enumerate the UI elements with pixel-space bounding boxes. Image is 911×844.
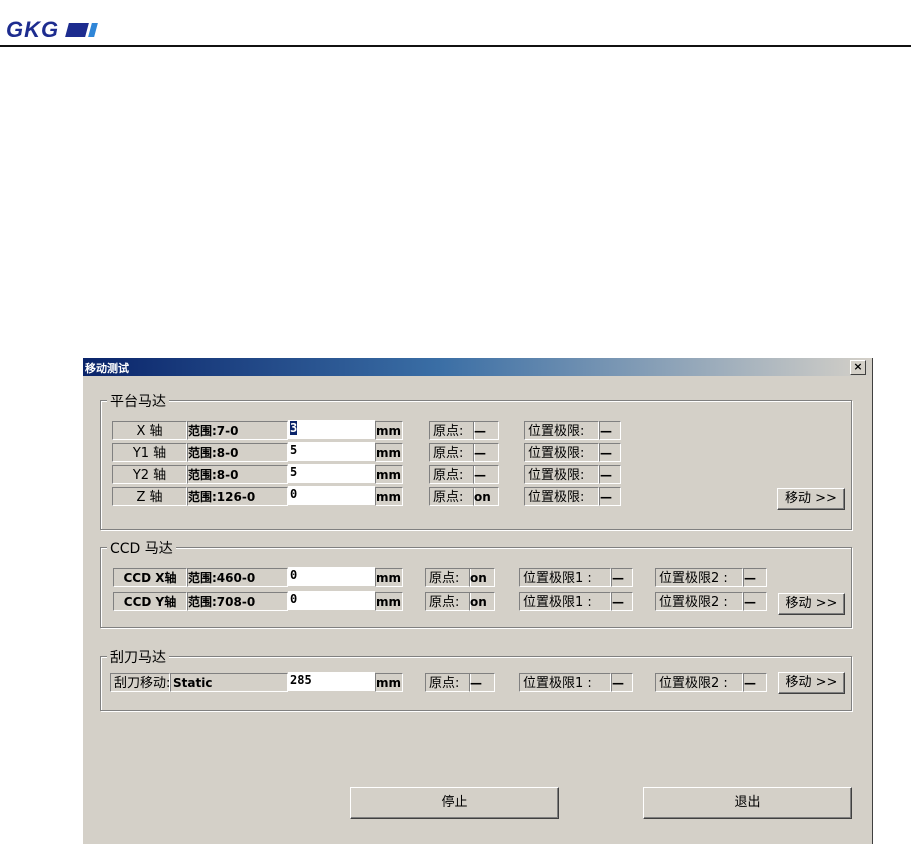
- origin-label: 原点:: [425, 592, 471, 611]
- ccd-y-input[interactable]: 0: [288, 591, 375, 611]
- platform-move-button[interactable]: 移动 >>: [777, 488, 845, 510]
- range-z: 范围:126-0: [187, 487, 288, 506]
- limit-value: —: [599, 465, 621, 484]
- limit1-value: —: [611, 673, 633, 692]
- limit-value: —: [599, 421, 621, 440]
- squeegee-motor-legend: 刮刀马达: [107, 647, 169, 667]
- ccd-y-value: 0: [290, 592, 298, 606]
- squeegee-input[interactable]: 285: [288, 672, 375, 692]
- limit1-label: 位置极限1 :: [519, 592, 611, 611]
- ccd-move-button[interactable]: 移动 >>: [778, 593, 845, 615]
- unit-label: mm: [375, 487, 403, 506]
- unit-label: mm: [375, 443, 403, 462]
- origin-value: —: [473, 421, 499, 440]
- limit1-value: —: [611, 592, 633, 611]
- range-y2: 范围:8-0: [187, 465, 288, 484]
- axis-label-ccd-y: CCD Y轴: [113, 592, 187, 611]
- x-axis-input[interactable]: 3: [288, 420, 375, 440]
- x-axis-value: 3: [290, 421, 298, 435]
- range-ccd-x: 范围:460-0: [187, 568, 288, 587]
- squeegee-value: 285: [290, 673, 312, 687]
- origin-label: 原点:: [425, 568, 471, 587]
- limit-label: 位置极限:: [524, 443, 599, 462]
- range-x: 范围:7-0: [187, 421, 288, 440]
- unit-label: mm: [375, 421, 403, 440]
- origin-value: on: [469, 568, 495, 587]
- y1-axis-value: 5: [290, 443, 298, 457]
- squeegee-move-label: 刮刀移动:: [110, 673, 170, 692]
- z-axis-value: 0: [290, 487, 298, 501]
- axis-label-ccd-x: CCD X轴: [113, 568, 187, 587]
- header-rule: [0, 45, 911, 47]
- platform-motor-legend: 平台马达: [107, 391, 169, 411]
- axis-label-y2: Y2 轴: [112, 465, 187, 484]
- limit2-label: 位置极限2 :: [655, 592, 743, 611]
- limit1-label: 位置极限1 :: [519, 673, 611, 692]
- limit2-value: —: [743, 673, 767, 692]
- squeegee-mode: Static: [170, 673, 288, 692]
- unit-label: mm: [375, 568, 403, 587]
- ccd-motor-legend: CCD 马达: [107, 538, 176, 558]
- origin-value: —: [469, 673, 495, 692]
- axis-label-x: X 轴: [112, 421, 187, 440]
- limit2-label: 位置极限2 :: [655, 568, 743, 587]
- origin-label: 原点:: [425, 673, 471, 692]
- origin-label: 原点:: [429, 465, 475, 484]
- limit2-label: 位置极限2 :: [655, 673, 743, 692]
- limit-label: 位置极限:: [524, 465, 599, 484]
- platform-motor-group: 平台马达 X 轴 范围:7-0 3 mm 原点: — 位置极限: — Y1 轴 …: [100, 391, 852, 530]
- ccd-x-input[interactable]: 0: [288, 567, 375, 587]
- origin-value: —: [473, 443, 499, 462]
- origin-value: on: [473, 487, 499, 506]
- y2-axis-input[interactable]: 5: [288, 464, 375, 484]
- limit2-value: —: [743, 592, 767, 611]
- origin-label: 原点:: [429, 443, 475, 462]
- dialog-title: 移动测试: [85, 362, 129, 375]
- close-button[interactable]: ×: [850, 360, 866, 375]
- gkg-logo: GKG: [6, 17, 99, 42]
- y2-axis-value: 5: [290, 465, 298, 479]
- unit-label: mm: [375, 673, 403, 692]
- limit-label: 位置极限:: [524, 487, 599, 506]
- ccd-motor-group: CCD 马达 CCD X轴 范围:460-0 0 mm 原点: on 位置极限1…: [100, 538, 852, 628]
- ccd-x-value: 0: [290, 568, 298, 582]
- limit1-label: 位置极限1 :: [519, 568, 611, 587]
- exit-button[interactable]: 退出: [643, 787, 852, 819]
- origin-value: —: [473, 465, 499, 484]
- squeegee-motor-group: 刮刀马达 刮刀移动: Static 285 mm 原点: — 位置极限1 : —…: [100, 647, 852, 711]
- unit-label: mm: [375, 592, 403, 611]
- origin-label: 原点:: [429, 487, 475, 506]
- z-axis-input[interactable]: 0: [288, 486, 375, 506]
- axis-label-y1: Y1 轴: [112, 443, 187, 462]
- limit2-value: —: [743, 568, 767, 587]
- origin-label: 原点:: [429, 421, 475, 440]
- limit-value: —: [599, 487, 621, 506]
- logo-text: GKG: [6, 17, 60, 42]
- title-bar[interactable]: 移动测试 ×: [83, 358, 872, 376]
- unit-label: mm: [375, 465, 403, 484]
- range-ccd-y: 范围:708-0: [187, 592, 288, 611]
- stop-button[interactable]: 停止: [350, 787, 559, 819]
- limit-value: —: [599, 443, 621, 462]
- axis-label-z: Z 轴: [112, 487, 187, 506]
- squeegee-move-button[interactable]: 移动 >>: [778, 672, 845, 694]
- limit-label: 位置极限:: [524, 421, 599, 440]
- logo-mark-icon: [65, 23, 99, 37]
- range-y1: 范围:8-0: [187, 443, 288, 462]
- limit1-value: —: [611, 568, 633, 587]
- origin-value: on: [469, 592, 495, 611]
- y1-axis-input[interactable]: 5: [288, 442, 375, 462]
- move-test-dialog: 移动测试 × 平台马达 X 轴 范围:7-0 3 mm 原点: — 位置极限: …: [82, 358, 873, 844]
